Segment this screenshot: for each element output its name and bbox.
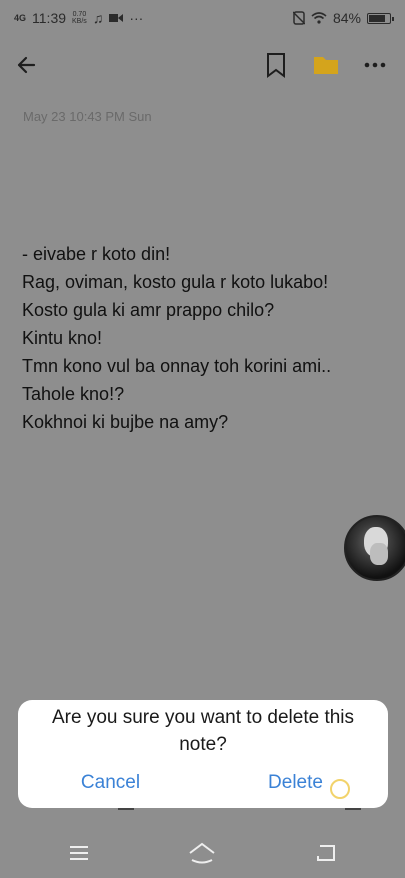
battery-percent: 84% (332, 10, 361, 26)
home-icon[interactable] (187, 840, 217, 866)
back-arrow-icon[interactable] (12, 50, 42, 80)
signal-label: 4G (14, 13, 27, 23)
note-body[interactable]: - eivabe r koto din! Rag, oviman, kosto … (22, 240, 392, 436)
note-line: Rag, oviman, kosto gula r koto lukabo! (22, 272, 329, 292)
video-icon (109, 14, 124, 22)
status-time: 11:39 (32, 10, 67, 26)
note-toolbar (0, 42, 405, 88)
system-nav-bar (0, 832, 405, 878)
back-icon[interactable] (311, 840, 341, 866)
touch-indicator (330, 779, 350, 799)
note-line: Kosto gula ki amr prappo chilo? (22, 300, 275, 320)
battery-icon (367, 12, 394, 24)
more-dots-icon: ··· (129, 10, 144, 26)
net-speed-value: 0.70 (72, 11, 87, 18)
cancel-button[interactable]: Cancel (18, 768, 203, 798)
status-bar: 4G 11:39 0.70 KB/s ♫ ··· 84% (0, 0, 405, 36)
no-sim-icon (292, 11, 305, 25)
note-line: Kokhnoi ki bujbe na amy? (22, 412, 229, 432)
more-vert-icon[interactable] (360, 50, 390, 80)
folder-icon[interactable] (312, 52, 340, 78)
floating-avatar-bubble[interactable] (344, 515, 405, 581)
net-speed: 0.70 KB/s (72, 11, 87, 25)
battery-fill (369, 14, 385, 22)
bookmark-icon[interactable] (262, 50, 290, 80)
note-line: Tahole kno!? (22, 384, 125, 404)
status-left: 4G 11:39 0.70 KB/s ♫ ··· (14, 10, 143, 26)
menu-icon[interactable] (64, 840, 94, 866)
note-line: Kintu kno! (22, 328, 103, 348)
music-note-icon: ♫ (92, 10, 104, 26)
wifi-icon (311, 12, 327, 24)
note-line: - eivabe r koto din! (22, 244, 171, 264)
avatar-hand (370, 543, 388, 565)
dialog-message: Are you sure you want to delete this not… (51, 707, 355, 755)
delete-button[interactable]: Delete (203, 768, 388, 798)
net-speed-unit: KB/s (72, 18, 87, 25)
note-date: May 23 10:43 PM Sun (23, 109, 152, 124)
note-line: Tmn kono vul ba onnay toh korini ami.. (22, 356, 332, 376)
status-right: 84% (292, 10, 394, 26)
